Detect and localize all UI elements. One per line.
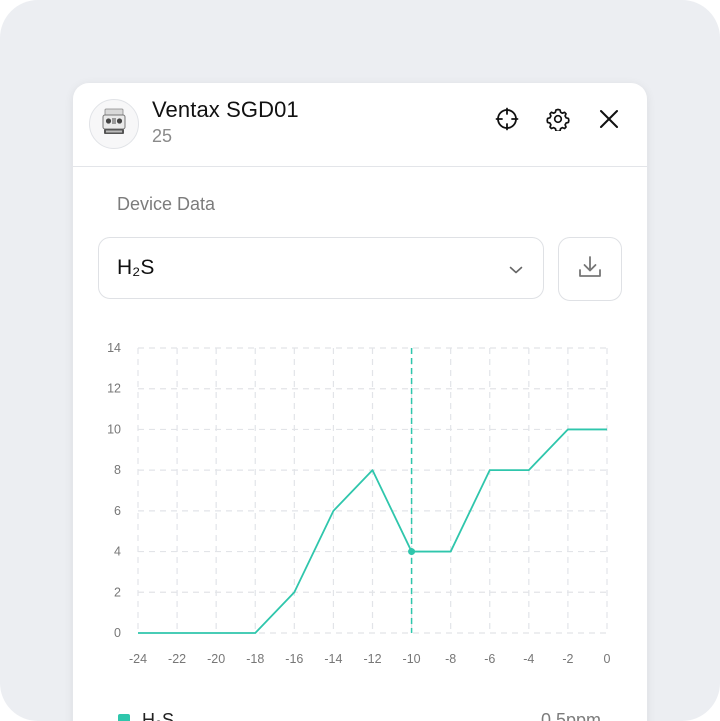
legend-series-name: H₂S [142,710,174,721]
y-tick-label: 14 [107,341,121,355]
device-avatar [89,99,139,149]
x-tick-label: -16 [285,652,303,666]
locate-button[interactable] [493,107,521,135]
x-tick-label: -14 [324,652,342,666]
x-tick-label: -2 [562,652,573,666]
x-tick-label: -8 [445,652,456,666]
settings-button[interactable] [544,107,572,135]
legend-current-reading: 0.5ppm [540,710,601,721]
x-tick-label: 0 [604,652,611,666]
y-tick-label: 12 [107,382,121,396]
panel-header: Ventax SGD01 25 [73,83,647,167]
x-tick-label: -10 [403,652,421,666]
device-id: 25 [152,126,173,146]
close-button[interactable] [595,107,623,135]
chart-grid [137,347,608,634]
section-title: Device Data [117,194,216,214]
gas-detector-icon [101,108,127,141]
x-tick-label: -20 [207,652,225,666]
y-tick-label: 0 [114,626,121,640]
app-frame: Ventax SGD01 25 Device Data H₂S -24 -22 … [0,0,720,721]
y-tick-label: 4 [114,545,121,559]
x-tick-label: -4 [523,652,534,666]
download-icon [577,254,603,285]
y-tick-label: 8 [114,463,121,477]
x-tick-label: -12 [363,652,381,666]
h2s-line-chart: -24 -22 -20 -18 -16 -14 -12 -10 -8 -6 -4 -2 00246810… [107,341,610,666]
x-tick-label: -6 [484,652,495,666]
device-name: Ventax SGD01 [152,97,299,122]
close-icon [598,108,620,135]
legend-swatch [118,714,130,721]
chart-legend: H₂S 0.5ppm [118,710,618,721]
y-tick-label: 10 [107,422,121,436]
cursor-point[interactable] [408,548,416,556]
chevron-down-icon [509,262,523,280]
chart-ticks: -24 -22 -20 -18 -16 -14 -12 -10 -8 -6 -4 -2 00246810… [107,341,610,666]
y-tick-label: 6 [114,504,121,518]
x-tick-label: -22 [168,652,186,666]
crosshair-icon [495,107,519,136]
gas-type-value: H₂S [117,256,155,279]
device-panel: Ventax SGD01 25 Device Data H₂S -24 -22 … [73,83,647,721]
y-tick-label: 2 [114,585,121,599]
download-button[interactable] [558,237,622,301]
x-tick-label: -24 [129,652,147,666]
x-tick-label: -18 [246,652,264,666]
gas-type-select[interactable]: H₂S [98,237,544,299]
gear-icon [546,107,570,136]
